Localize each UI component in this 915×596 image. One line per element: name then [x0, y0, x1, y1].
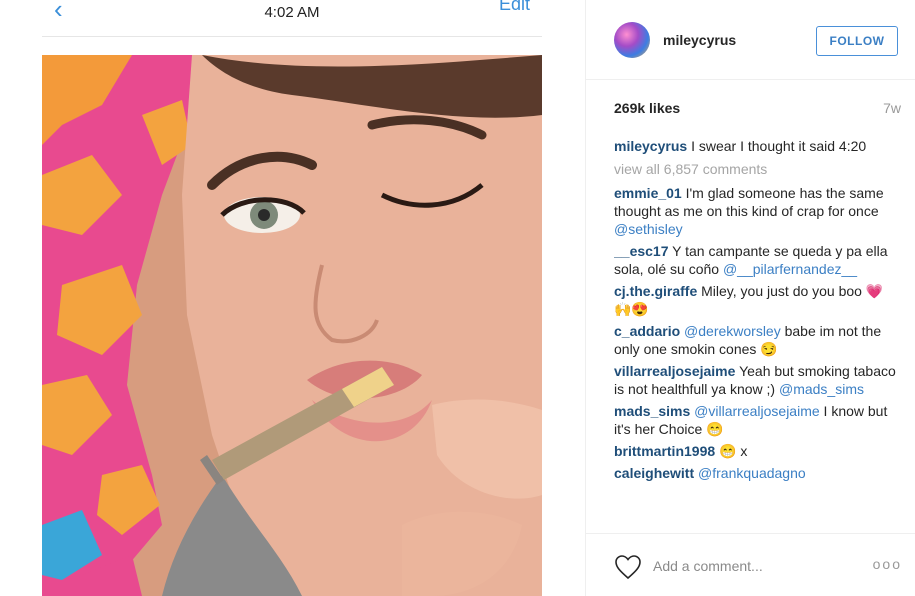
comment-mention[interactable]: @mads_sims — [779, 381, 864, 397]
comment-mention[interactable]: @__pilarfernandez__ — [723, 261, 857, 277]
list-item: mads_sims @villarrealjosejaime I know bu… — [614, 402, 897, 438]
caption-text: I swear I thought it said 4:20 — [691, 138, 867, 154]
add-comment-input[interactable] — [653, 556, 863, 576]
avatar[interactable] — [614, 22, 650, 58]
post-username[interactable]: mileycyrus — [663, 32, 736, 48]
phone-time: 4:02 AM — [264, 4, 320, 21]
post-photo[interactable] — [42, 55, 542, 596]
comment-author[interactable]: cj.the.giraffe — [614, 283, 697, 299]
post-header: mileycyrus FOLLOW — [586, 0, 915, 80]
list-item: brittmartin1998 😁 x — [614, 442, 897, 460]
list-item: emmie_01 I'm glad someone has the same t… — [614, 184, 897, 238]
phone-edit-label: Edit — [498, 0, 530, 14]
caption: mileycyrus I swear I thought it said 4:2… — [614, 137, 897, 155]
phone-status-bar: ‹ 4:02 AM Edit — [42, 0, 542, 32]
phone-divider — [42, 36, 542, 37]
follow-button[interactable]: FOLLOW — [816, 26, 898, 56]
post-media-pane: ‹ 4:02 AM Edit — [0, 0, 585, 596]
comment-author[interactable]: __esc17 — [614, 243, 669, 259]
comment-text: 😁 x — [719, 443, 748, 459]
list-item: c_addario @derekworsley babe im not the … — [614, 322, 897, 358]
caption-author[interactable]: mileycyrus — [614, 138, 687, 154]
comment-mention[interactable]: @frankquadagno — [698, 465, 806, 481]
comment-author[interactable]: brittmartin1998 — [614, 443, 715, 459]
comment-mention[interactable]: @sethisley — [614, 221, 683, 237]
likes-count[interactable]: 269k likes — [614, 100, 680, 116]
comment-mention[interactable]: @derekworsley — [684, 323, 781, 339]
comment-author[interactable]: caleighewitt — [614, 465, 694, 481]
list-item: villarrealjosejaime Yeah but smoking tab… — [614, 362, 897, 398]
more-options-icon[interactable]: ooo — [873, 556, 902, 572]
likes-row: 269k likes 7w — [614, 98, 901, 118]
post-age[interactable]: 7w — [883, 100, 901, 116]
comment-mention[interactable]: @villarrealjosejaime — [694, 403, 819, 419]
selfie-photo-illustration — [42, 55, 542, 596]
phone-screenshot: ‹ 4:02 AM Edit — [42, 0, 542, 596]
list-item: cj.the.giraffe Miley, you just do you bo… — [614, 282, 897, 318]
comments-panel: mileycyrus FOLLOW 269k likes 7w mileycyr… — [585, 0, 915, 596]
comments-list: mileycyrus I swear I thought it said 4:2… — [614, 137, 897, 535]
comment-footer: ooo — [586, 533, 915, 596]
view-all-comments-link[interactable]: view all 6,857 comments — [614, 161, 897, 177]
list-item: caleighewitt @frankquadagno — [614, 464, 897, 482]
list-item: __esc17 Y tan campante se queda y pa ell… — [614, 242, 897, 278]
heart-outline-icon[interactable] — [614, 554, 642, 580]
comment-author[interactable]: emmie_01 — [614, 185, 682, 201]
comment-author[interactable]: mads_sims — [614, 403, 690, 419]
comment-author[interactable]: c_addario — [614, 323, 680, 339]
comment-author[interactable]: villarrealjosejaime — [614, 363, 735, 379]
